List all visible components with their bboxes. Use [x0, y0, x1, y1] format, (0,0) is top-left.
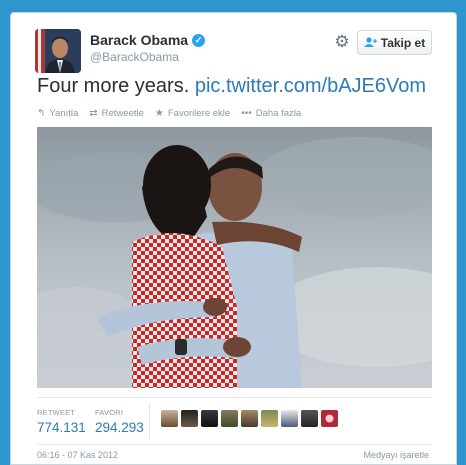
tweet-photo[interactable] — [37, 127, 432, 388]
retweet-count: 774.131 — [37, 420, 86, 435]
avatar[interactable] — [301, 410, 318, 427]
favorite-stat[interactable]: FAVORI 294.293 — [95, 408, 144, 435]
follow-button[interactable]: Takip et — [357, 30, 432, 55]
retweet-icon: ⇄ — [89, 108, 98, 119]
reply-icon: ↰ — [37, 108, 46, 119]
reply-action[interactable]: ↰ Yanıtla — [37, 108, 78, 119]
avatar[interactable] — [261, 410, 278, 427]
gear-icon[interactable]: ⚙ — [333, 33, 351, 51]
favorite-label: Favorilere ekle — [167, 108, 231, 119]
user-name[interactable]: Barack Obama — [90, 32, 188, 48]
avatar[interactable] — [281, 410, 298, 427]
avatar[interactable] — [35, 29, 81, 73]
more-icon: ••• — [241, 108, 252, 119]
divider — [37, 444, 432, 445]
reply-label: Yanıtla — [49, 108, 79, 119]
report-media-link[interactable]: Medyayı işaretle — [363, 450, 429, 460]
retweet-stat[interactable]: RETWEET 774.131 — [37, 408, 86, 435]
avatar[interactable] — [321, 410, 338, 427]
more-action[interactable]: ••• Daha fazla — [241, 108, 301, 119]
add-user-icon — [363, 36, 377, 50]
star-icon: ★ — [154, 108, 164, 119]
retweet-action[interactable]: ⇄ Retweetle — [89, 108, 144, 119]
name-row: Barack Obama ✓ — [90, 32, 206, 48]
tweet-timestamp[interactable]: 06:16 - 07 Kas 2012 — [37, 450, 118, 460]
favorite-action[interactable]: ★ Favorilere ekle — [155, 108, 230, 119]
retweet-label: Retweetle — [101, 108, 144, 119]
divider — [149, 403, 150, 439]
avatar[interactable] — [181, 410, 198, 427]
tweet-text: Four more years. pic.twitter.com/bAJE6Vo… — [37, 75, 426, 98]
tweet-card: Barack Obama ✓ @BarackObama ⚙ Takip et F… — [10, 12, 457, 465]
favorite-count: 294.293 — [95, 420, 144, 435]
avatar[interactable] — [161, 410, 178, 427]
favorite-stat-label: FAVORI — [95, 408, 124, 417]
retweet-stat-label: RETWEET — [37, 408, 76, 417]
favoriter-avatars — [161, 410, 338, 427]
verified-badge-icon: ✓ — [192, 33, 206, 47]
avatar[interactable] — [221, 410, 238, 427]
user-handle[interactable]: @BarackObama — [90, 50, 179, 64]
tweet-body: Four more years. — [37, 75, 190, 97]
follow-label: Takip et — [380, 35, 426, 50]
avatar[interactable] — [241, 410, 258, 427]
tweet-actions: ↰ Yanıtla ⇄ Retweetle ★ Favorilere ekle … — [37, 108, 301, 119]
tweet-media-link[interactable]: pic.twitter.com/bAJE6Vom — [195, 75, 426, 97]
avatar[interactable] — [201, 410, 218, 427]
more-label: Daha fazla — [255, 108, 302, 119]
divider — [37, 397, 432, 398]
